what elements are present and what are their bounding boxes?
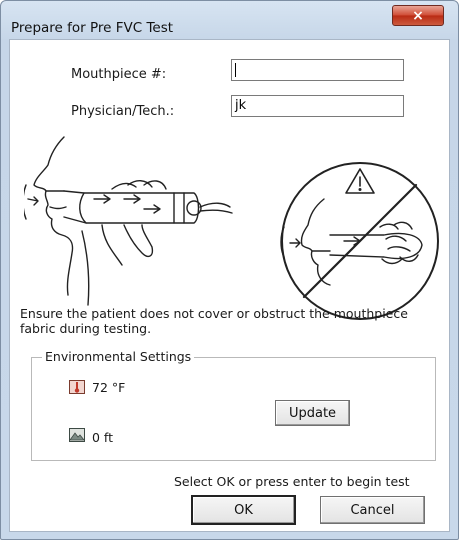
physician-tech-input[interactable]: jk [231, 95, 404, 117]
update-button[interactable]: Update [275, 400, 350, 426]
begin-test-hint: Select OK or press enter to begin test [174, 474, 410, 489]
thermometer-icon [69, 380, 85, 394]
temperature-value: 72 °F [92, 380, 126, 395]
warning-triangle-icon [345, 168, 375, 194]
mouthpiece-illustration [24, 136, 439, 320]
altitude-value: 0 ft [92, 430, 114, 445]
environmental-settings-legend: Environmental Settings [42, 349, 195, 364]
close-button[interactable]: × [392, 5, 444, 26]
ok-button[interactable]: OK [191, 495, 296, 525]
mouthpiece-input[interactable] [231, 59, 404, 81]
instruction-text: Ensure the patient does not cover or obs… [20, 306, 408, 336]
title-bar[interactable]: Prepare for Pre FVC Test × [1, 1, 458, 36]
cancel-button[interactable]: Cancel [320, 496, 425, 524]
patient-blowing-into-mouthpiece-illustration [24, 136, 233, 306]
prohibited-obstructed-mouthpiece-illustration [280, 162, 439, 320]
mountain-icon [69, 428, 85, 442]
dialog-title: Prepare for Pre FVC Test [11, 20, 174, 36]
prepare-fvc-dialog: Prepare for Pre FVC Test × Mouthpiece #:… [0, 0, 459, 540]
close-icon: × [412, 7, 424, 24]
physician-tech-value: jk [235, 98, 247, 113]
dialog-body: Mouthpiece #: Physician/Tech.: jk Ensure… [9, 39, 450, 532]
physician-tech-label: Physician/Tech.: [71, 104, 175, 119]
mouthpiece-label: Mouthpiece #: [71, 67, 167, 82]
text-caret [235, 63, 236, 77]
environmental-settings-group: Environmental Settings 72 °F 0 ft Update [31, 349, 436, 461]
